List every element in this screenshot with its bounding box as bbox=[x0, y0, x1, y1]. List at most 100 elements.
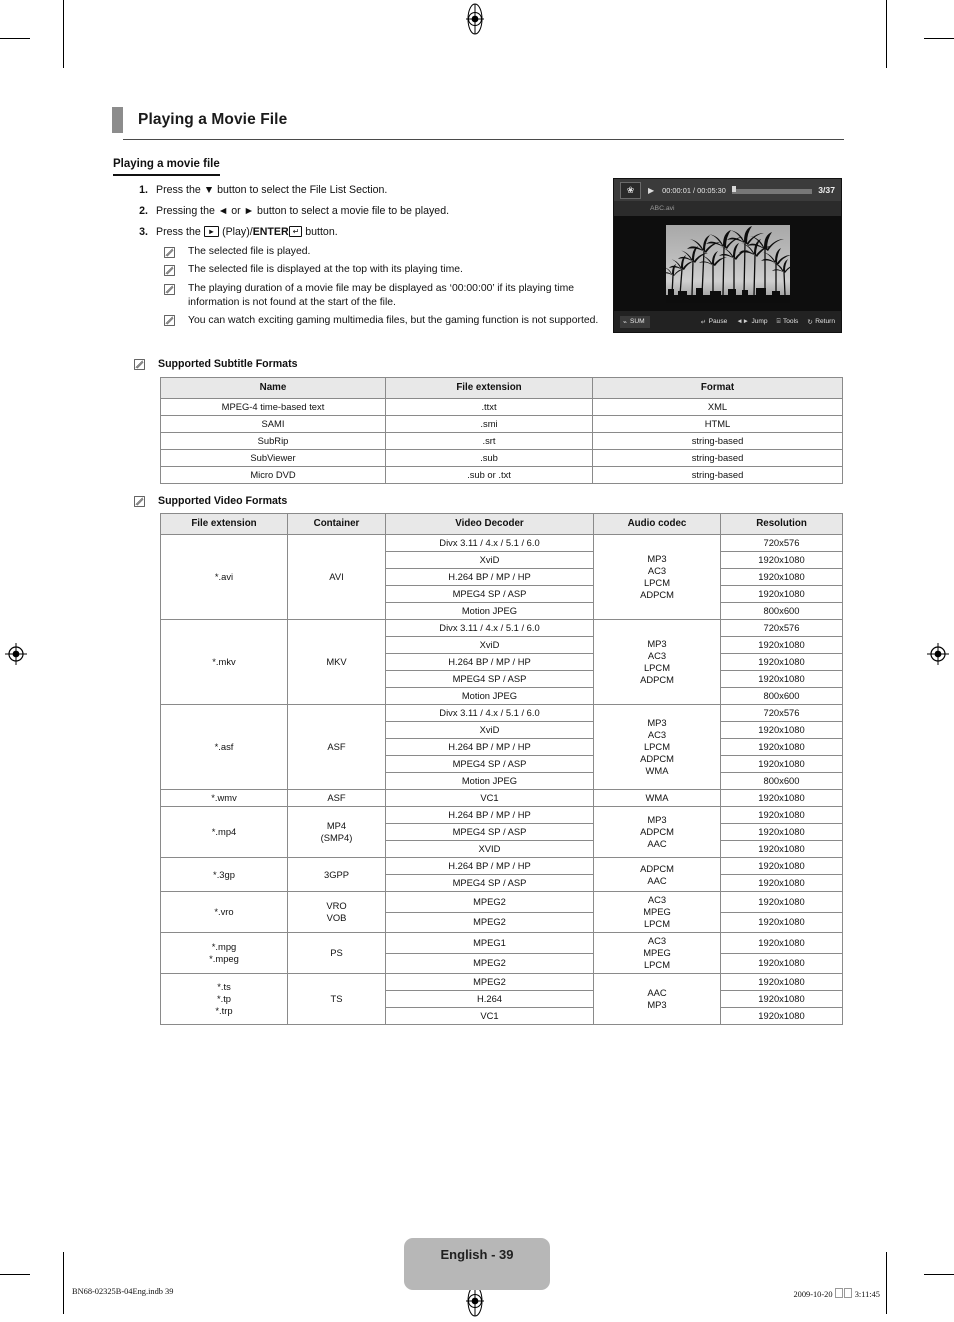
table-row: MPEG-4 time-based text .ttxt XML bbox=[160, 398, 843, 416]
missing-glyph-icon bbox=[835, 1288, 844, 1298]
video-decoder-cell: MPEG4 SP / ASP bbox=[385, 874, 594, 892]
column-header: Resolution bbox=[720, 513, 843, 535]
crop-mark-top-left-vertical bbox=[63, 0, 64, 68]
video-decoder-cell: Motion JPEG bbox=[385, 687, 594, 705]
video-decoder-cell: MPEG2 bbox=[385, 973, 594, 991]
video-decoder-cell: VC1 bbox=[385, 1007, 594, 1025]
video-decoder-cell: XviD bbox=[385, 636, 594, 654]
chapter-divider bbox=[123, 139, 844, 140]
table-cell: HTML bbox=[592, 415, 843, 433]
resolution-cell: 720x576 bbox=[720, 534, 843, 552]
tv-file-counter: 3/37 bbox=[818, 185, 835, 195]
container-cell: PS bbox=[287, 932, 386, 974]
resolution-cell: 1920x1080 bbox=[720, 952, 843, 974]
resolution-cell: 1920x1080 bbox=[720, 789, 843, 807]
table-row: SubRip .srt string-based bbox=[160, 432, 843, 450]
resolution-cell: 1920x1080 bbox=[720, 911, 843, 933]
note-pencil-icon bbox=[134, 494, 158, 507]
video-decoder-cell: H.264 BP / MP / HP bbox=[385, 857, 594, 875]
tv-action-return[interactable]: ↻ Return bbox=[807, 318, 835, 326]
resolution-cell: 1920x1080 bbox=[720, 891, 843, 913]
heading-text: Supported Subtitle Formats bbox=[158, 357, 298, 370]
resolution-cell: 1920x1080 bbox=[720, 1007, 843, 1025]
video-decoder-cell: MPEG4 SP / ASP bbox=[385, 585, 594, 603]
column-header: File extension bbox=[160, 513, 288, 535]
tv-sum-label: SUM bbox=[629, 318, 645, 325]
video-decoder-cell: XVID bbox=[385, 840, 594, 858]
video-decoder-cell: Motion JPEG bbox=[385, 602, 594, 620]
note-pencil-icon bbox=[134, 357, 158, 370]
enter-key-icon: ↵ bbox=[700, 318, 707, 326]
list-item: The selected file is played. bbox=[164, 245, 609, 260]
video-decoder-cell: VC1 bbox=[385, 789, 594, 807]
tv-action-jump[interactable]: ◄► Jump bbox=[736, 318, 767, 325]
table-row: *.vro VRO VOB MPEG2 AC3 MPEG LPCM 1920x1080 bbox=[160, 891, 843, 933]
table-cell: .sub or .txt bbox=[385, 466, 593, 484]
supported-video-formats-table: File extension Container Video Decoder Audi… bbox=[160, 513, 843, 1025]
tv-sum-button[interactable]: ⌁ SUM bbox=[620, 315, 650, 328]
crop-mark-bottom-right-vertical bbox=[886, 1252, 887, 1314]
video-decoder-cell: XviD bbox=[385, 551, 594, 569]
table-cell: XML bbox=[592, 398, 843, 416]
tv-action-tools[interactable]: ⌸ Tools bbox=[777, 318, 799, 326]
table-row: *.mkv MKV Divx 3.11 / 4.x / 5.1 / 6.0 MP3 A… bbox=[160, 619, 843, 705]
file-extension-cell: *.mpg *.mpeg bbox=[160, 932, 288, 974]
step-text-prefix: Press the bbox=[156, 226, 204, 238]
resolution-cell: 1920x1080 bbox=[720, 585, 843, 603]
video-decoder-cell: H.264 bbox=[385, 990, 594, 1008]
registration-mark-top-icon bbox=[461, 3, 489, 40]
table-row: *.avi AVI Divx 3.11 / 4.x / 5.1 / 6.0 MP3 A… bbox=[160, 534, 843, 620]
subtitle-formats-heading: Supported Subtitle Formats bbox=[134, 357, 298, 370]
video-decoder-cell: Divx 3.11 / 4.x / 5.1 / 6.0 bbox=[385, 704, 594, 722]
column-header: Audio codec bbox=[593, 513, 721, 535]
audio-codec-cell: AC3 MPEG LPCM bbox=[593, 891, 721, 933]
video-decoder-cell: MPEG4 SP / ASP bbox=[385, 670, 594, 688]
table-cell: SubViewer bbox=[160, 449, 386, 467]
video-decoder-cell: XviD bbox=[385, 721, 594, 739]
list-item: The selected file is displayed at the to… bbox=[164, 263, 609, 278]
resolution-cell: 1920x1080 bbox=[720, 857, 843, 875]
step-number: 1. bbox=[139, 184, 148, 196]
step-number: 3. bbox=[139, 226, 148, 238]
resolution-cell: 1920x1080 bbox=[720, 755, 843, 773]
table-cell: Micro DVD bbox=[160, 466, 386, 484]
table-cell: SubRip bbox=[160, 432, 386, 450]
container-cell: MKV bbox=[287, 619, 386, 705]
table-cell: SAMI bbox=[160, 415, 386, 433]
footer-time: 3:11:45 bbox=[854, 1290, 880, 1299]
resolution-cell: 720x576 bbox=[720, 704, 843, 722]
video-decoder-cell: Divx 3.11 / 4.x / 5.1 / 6.0 bbox=[385, 619, 594, 637]
note-text: You can watch exciting gaming multimedia… bbox=[188, 314, 599, 326]
step-text: Pressing the ◄ or ► button to select a m… bbox=[156, 205, 450, 217]
audio-codec-cell: AAC MP3 bbox=[593, 973, 721, 1025]
table-cell: .srt bbox=[385, 432, 593, 450]
table-row: *.3gp 3GPP H.264 BP / MP / HP ADPCM AAC 1920… bbox=[160, 857, 843, 892]
page-title: Playing a Movie File bbox=[138, 111, 288, 129]
crop-mark-top-left-horizontal bbox=[0, 38, 30, 39]
video-decoder-cell: H.264 BP / MP / HP bbox=[385, 568, 594, 586]
resolution-cell: 1920x1080 bbox=[720, 568, 843, 586]
file-extension-cell: *.avi bbox=[160, 534, 288, 620]
audio-codec-cell: WMA bbox=[593, 789, 721, 807]
page-number-badge: English - 39 bbox=[404, 1238, 550, 1290]
note-pencil-icon bbox=[164, 245, 188, 260]
heading-text: Supported Video Formats bbox=[158, 494, 288, 507]
video-decoder-cell: MPEG2 bbox=[385, 891, 594, 913]
audio-codec-cell: MP3 ADPCM AAC bbox=[593, 806, 721, 858]
tools-icon: ⌸ bbox=[776, 317, 781, 325]
audio-codec-cell: AC3 MPEG LPCM bbox=[593, 932, 721, 974]
tv-progress-bar[interactable] bbox=[731, 185, 813, 194]
tv-action-pause[interactable]: ↵ Pause bbox=[701, 318, 728, 326]
list-item: 3. Press the ► (Play)/ENTER ↵ button. bbox=[134, 225, 604, 239]
note-pencil-icon bbox=[164, 263, 188, 278]
registration-mark-bottom-icon bbox=[461, 1285, 489, 1322]
step-text: Press the ► (Play)/ENTER ↵ button. bbox=[156, 225, 604, 239]
table-row: *.asf ASF Divx 3.11 / 4.x / 5.1 / 6.0 MP3 A… bbox=[160, 704, 843, 790]
video-decoder-cell: MPEG4 SP / ASP bbox=[385, 755, 594, 773]
tv-progress-knob[interactable] bbox=[731, 185, 736, 192]
container-cell: VRO VOB bbox=[287, 891, 386, 933]
section-title: Playing a movie file bbox=[113, 158, 220, 176]
video-decoder-cell: MPEG4 SP / ASP bbox=[385, 823, 594, 841]
chapter-header: Playing a Movie File bbox=[112, 107, 844, 140]
return-icon: ↻ bbox=[807, 318, 813, 326]
